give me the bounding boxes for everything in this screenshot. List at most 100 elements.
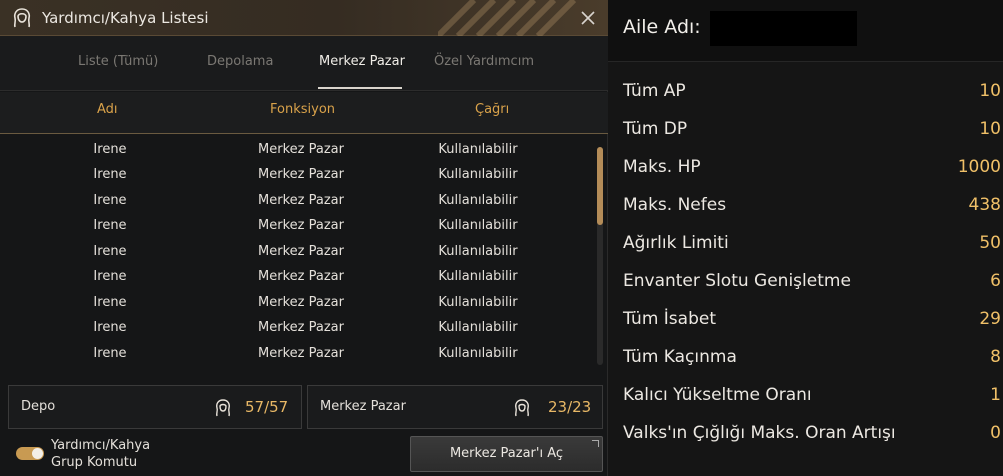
- family-name-redacted: [710, 11, 857, 46]
- stat-row: Kalıcı Yükseltme Oranı 1: [623, 385, 1001, 411]
- title-decoration: [438, 0, 577, 36]
- table-row[interactable]: Irene Merkez Pazar Kullanılabilir: [0, 265, 600, 290]
- helper-head-icon: [515, 399, 529, 417]
- cell-call: Kullanılabilir: [438, 244, 518, 259]
- cell-name: Irene: [93, 320, 127, 335]
- cell-call: Kullanılabilir: [438, 167, 518, 182]
- stat-label: Tüm AP: [623, 81, 686, 101]
- cell-call: Kullanılabilir: [438, 320, 518, 335]
- stat-row: Valks'ın Çığlığı Maks. Oran Artışı 0: [623, 423, 1001, 449]
- active-tab-indicator: [318, 87, 402, 89]
- cell-name: Irene: [93, 218, 127, 233]
- table-row[interactable]: Irene Merkez Pazar Kullanılabilir: [0, 214, 600, 239]
- stat-row: Tüm Kaçınma 8: [623, 347, 1001, 373]
- stat-row: Envanter Slotu Genişletme 6: [623, 271, 1001, 297]
- table-row[interactable]: Irene Merkez Pazar Kullanılabilir: [0, 138, 600, 163]
- cell-function: Merkez Pazar: [258, 269, 344, 284]
- helper-table: Irene Merkez Pazar Kullanılabilir Irene …: [0, 138, 600, 370]
- tab-storage[interactable]: Depolama: [207, 54, 273, 69]
- stat-value: 0: [990, 423, 1001, 443]
- stat-value: 10: [979, 81, 1001, 101]
- family-header: Aile Adı:: [608, 0, 1003, 62]
- stat-value: 1: [990, 385, 1001, 405]
- tab-list-all[interactable]: Liste (Tümü): [78, 54, 158, 69]
- cell-name: Irene: [93, 346, 127, 361]
- table-row[interactable]: Irene Merkez Pazar Kullanılabilir: [0, 189, 600, 214]
- stat-label: Tüm DP: [623, 119, 688, 139]
- stat-label: Valks'ın Çığlığı Maks. Oran Artışı: [623, 423, 896, 443]
- stat-row: Maks. Nefes 438: [623, 195, 1001, 221]
- cell-call: Kullanılabilir: [438, 193, 518, 208]
- market-label: Merkez Pazar: [320, 399, 406, 414]
- stat-label: Tüm Kaçınma: [623, 347, 737, 367]
- window-title: Yardımcı/Kahya Listesi: [42, 9, 209, 27]
- stat-value: 438: [968, 195, 1001, 215]
- table-row[interactable]: Irene Merkez Pazar Kullanılabilir: [0, 342, 600, 367]
- stat-row: Tüm İsabet 29: [623, 309, 1001, 335]
- market-count: 23/23: [548, 398, 592, 416]
- table-row[interactable]: Irene Merkez Pazar Kullanılabilir: [0, 240, 600, 265]
- stat-label: Ağırlık Limiti: [623, 233, 729, 253]
- toggle-knob: [32, 448, 43, 459]
- close-icon[interactable]: [578, 8, 598, 28]
- cell-function: Merkez Pazar: [258, 320, 344, 335]
- table-row[interactable]: Irene Merkez Pazar Kullanılabilir: [0, 316, 600, 341]
- list-scrollbar-thumb[interactable]: [597, 147, 603, 225]
- stat-value: 1000: [957, 157, 1001, 177]
- helper-head-icon: [216, 399, 230, 417]
- table-row[interactable]: Irene Merkez Pazar Kullanılabilir: [0, 163, 600, 188]
- stat-label: Maks. HP: [623, 157, 701, 177]
- stat-row: Ağırlık Limiti 50: [623, 233, 1001, 259]
- storage-count-panel: Depo 57/57: [8, 385, 302, 429]
- open-central-market-label: Merkez Pazar'ı Aç: [449, 446, 564, 461]
- family-name-label: Aile Adı:: [623, 16, 701, 38]
- column-header-function: Fonksiyon: [270, 102, 336, 117]
- stat-value: 6: [990, 271, 1001, 291]
- stat-row: Tüm AP 10: [623, 81, 1001, 107]
- helper-head-icon: [13, 8, 31, 28]
- cell-function: Merkez Pazar: [258, 193, 344, 208]
- cell-name: Irene: [93, 193, 127, 208]
- stat-label: Tüm İsabet: [623, 309, 716, 329]
- cell-call: Kullanılabilir: [438, 346, 518, 361]
- stat-value: 10: [979, 119, 1001, 139]
- stat-value: 8: [990, 347, 1001, 367]
- cell-call: Kullanılabilir: [438, 295, 518, 310]
- title-bar[interactable]: Yardımcı/Kahya Listesi: [0, 0, 608, 36]
- group-command-label-line1: Yardımcı/Kahya: [51, 438, 151, 453]
- stat-value: 50: [979, 233, 1001, 253]
- storage-count: 57/57: [245, 398, 289, 416]
- stat-row: Maks. HP 1000: [623, 157, 1001, 183]
- expand-corner-icon: [592, 440, 599, 447]
- cell-name: Irene: [93, 269, 127, 284]
- cell-name: Irene: [93, 295, 127, 310]
- tab-bar: Liste (Tümü) Depolama Merkez Pazar Özel …: [0, 36, 608, 91]
- open-central-market-button[interactable]: Merkez Pazar'ı Aç: [410, 436, 603, 472]
- column-header-name: Adı: [97, 102, 118, 117]
- stat-row: Tüm DP 10: [623, 119, 1001, 145]
- tab-my-special-helper[interactable]: Özel Yardımcım: [434, 54, 534, 69]
- stat-value: 29: [979, 309, 1001, 329]
- table-row[interactable]: Irene Merkez Pazar Kullanılabilir: [0, 291, 600, 316]
- cell-function: Merkez Pazar: [258, 167, 344, 182]
- stat-label: Envanter Slotu Genişletme: [623, 271, 851, 291]
- column-header-call: Çağrı: [475, 102, 510, 117]
- stat-label: Kalıcı Yükseltme Oranı: [623, 385, 812, 405]
- cell-name: Irene: [93, 142, 127, 157]
- cell-function: Merkez Pazar: [258, 142, 344, 157]
- cell-call: Kullanılabilir: [438, 218, 518, 233]
- cell-function: Merkez Pazar: [258, 295, 344, 310]
- group-command-label: Yardımcı/Kahya Grup Komutu: [51, 437, 201, 471]
- group-command-toggle[interactable]: [16, 447, 44, 460]
- cell-name: Irene: [93, 167, 127, 182]
- cell-function: Merkez Pazar: [258, 218, 344, 233]
- cell-call: Kullanılabilir: [438, 142, 518, 157]
- cell-call: Kullanılabilir: [438, 269, 518, 284]
- group-command-label-line2: Grup Komutu: [51, 455, 138, 470]
- table-header: Adı Fonksiyon Çağrı: [0, 92, 608, 134]
- cell-name: Irene: [93, 244, 127, 259]
- tab-central-market[interactable]: Merkez Pazar: [319, 54, 405, 69]
- helper-list-window: Yardımcı/Kahya Listesi Liste (Tümü) Depo…: [0, 0, 608, 476]
- cell-function: Merkez Pazar: [258, 346, 344, 361]
- family-stats-panel: Aile Adı: Tüm AP 10 Tüm DP 10 Maks. HP 1…: [608, 0, 1003, 476]
